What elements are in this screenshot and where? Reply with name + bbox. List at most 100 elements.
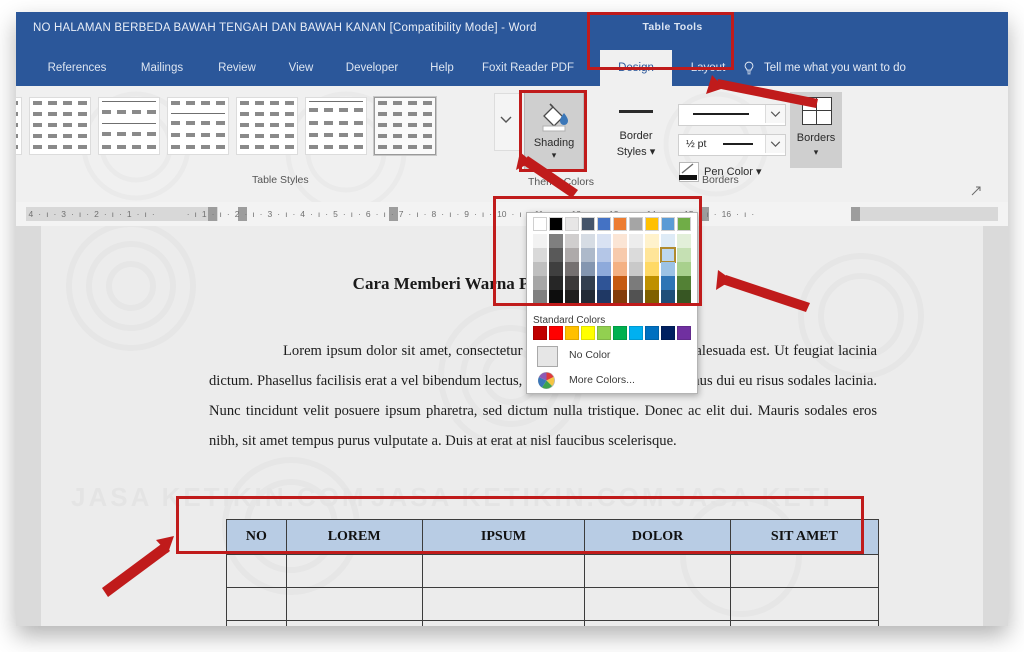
theme-color-swatch[interactable] — [565, 262, 579, 276]
table-cell[interactable] — [285, 587, 423, 621]
theme-color-swatch[interactable] — [549, 234, 563, 248]
theme-color-swatch[interactable] — [645, 276, 659, 290]
border-styles-button[interactable]: Border Styles ▾ — [608, 94, 664, 168]
theme-color-swatch[interactable] — [581, 290, 595, 304]
standard-color-swatch[interactable] — [581, 326, 595, 340]
table-styles-more-button[interactable] — [494, 93, 520, 151]
table-row[interactable] — [226, 620, 880, 626]
theme-color-swatch[interactable] — [613, 234, 627, 248]
theme-color-column[interactable] — [533, 217, 547, 304]
theme-color-swatch[interactable] — [645, 217, 659, 231]
borders-button[interactable]: Borders ▾ — [790, 92, 842, 168]
theme-colors-grid[interactable] — [533, 217, 691, 304]
table-cell[interactable] — [584, 587, 731, 621]
tab-developer[interactable]: Developer — [334, 50, 410, 86]
table-cell[interactable] — [421, 587, 586, 621]
theme-color-swatch[interactable] — [533, 290, 547, 304]
theme-color-swatch[interactable] — [597, 276, 611, 290]
theme-color-swatch[interactable] — [549, 217, 563, 231]
document-page[interactable]: JASA KETIKIN.COM JASA KETIKIN.COM JASA K… — [41, 226, 983, 626]
table-style-thumb[interactable] — [305, 97, 367, 155]
theme-color-swatch[interactable] — [597, 217, 611, 231]
theme-color-swatch[interactable] — [533, 262, 547, 276]
theme-color-swatch[interactable] — [645, 290, 659, 304]
theme-color-swatch[interactable] — [597, 290, 611, 304]
theme-color-swatch[interactable] — [677, 234, 691, 248]
table-cell[interactable] — [584, 554, 731, 588]
table-cell[interactable] — [729, 587, 880, 621]
theme-color-swatch[interactable] — [613, 262, 627, 276]
tab-review[interactable]: Review — [208, 50, 266, 86]
standard-colors-grid[interactable] — [533, 326, 691, 340]
theme-color-column[interactable] — [581, 217, 595, 304]
theme-color-swatch[interactable] — [661, 234, 675, 248]
standard-color-swatch[interactable] — [533, 326, 547, 340]
theme-color-swatch[interactable] — [581, 276, 595, 290]
shading-button[interactable]: Shading ▾ — [524, 92, 584, 170]
borders-dialog-launcher-icon[interactable] — [971, 186, 981, 196]
table-cell[interactable] — [421, 620, 586, 626]
table-cell[interactable] — [226, 620, 287, 626]
table-cell[interactable] — [729, 554, 880, 588]
theme-color-swatch[interactable] — [677, 262, 691, 276]
table-cell[interactable] — [285, 554, 423, 588]
theme-color-swatch[interactable] — [661, 276, 675, 290]
table-styles-gallery[interactable] — [16, 92, 490, 160]
table-style-thumb[interactable] — [16, 97, 22, 155]
theme-color-swatch[interactable] — [565, 290, 579, 304]
theme-color-swatch[interactable] — [629, 217, 643, 231]
theme-color-swatch[interactable] — [581, 262, 595, 276]
theme-color-column[interactable] — [677, 217, 691, 304]
theme-color-swatch[interactable] — [565, 234, 579, 248]
table-style-thumb[interactable] — [236, 97, 298, 155]
tab-references[interactable]: References — [38, 50, 116, 86]
horizontal-ruler[interactable]: 4 · ı · 3 · ı · 2 · ı · 1 · ı · · ı 1 · ı · 2 · ı · 3 · ı · 4 ·… — [16, 202, 1008, 227]
standard-color-swatch[interactable] — [565, 326, 579, 340]
theme-color-swatch[interactable] — [613, 290, 627, 304]
line-weight-dropdown-arrow[interactable] — [765, 135, 785, 153]
document-table[interactable]: NO LOREM IPSUM DOLOR SIT AMET — [226, 519, 880, 626]
tab-help[interactable]: Help — [421, 50, 463, 86]
theme-color-swatch[interactable] — [677, 290, 691, 304]
theme-color-column[interactable] — [660, 217, 676, 304]
theme-color-swatch[interactable] — [565, 276, 579, 290]
table-row[interactable] — [226, 554, 880, 588]
shading-color-palette[interactable]: Standard Colors No Color More Colors... — [526, 212, 698, 394]
theme-color-column[interactable] — [629, 217, 643, 304]
theme-color-swatch[interactable] — [629, 290, 643, 304]
theme-color-swatch[interactable] — [613, 217, 627, 231]
theme-color-swatch[interactable] — [597, 234, 611, 248]
theme-color-swatch[interactable] — [661, 217, 675, 231]
theme-color-swatch[interactable] — [677, 217, 691, 231]
table-cell[interactable] — [226, 554, 287, 588]
line-style-dropdown-arrow[interactable] — [765, 105, 785, 123]
theme-color-swatch[interactable] — [549, 262, 563, 276]
theme-color-swatch[interactable] — [549, 276, 563, 290]
theme-color-swatch[interactable] — [645, 234, 659, 248]
table-cell[interactable] — [584, 620, 731, 626]
theme-color-swatch[interactable] — [581, 234, 595, 248]
tab-foxit-reader-pdf[interactable]: Foxit Reader PDF — [471, 50, 585, 86]
theme-color-swatch[interactable] — [533, 217, 547, 231]
table-cell[interactable] — [226, 587, 287, 621]
standard-color-swatch[interactable] — [613, 326, 627, 340]
table-style-thumb[interactable] — [29, 97, 91, 155]
theme-color-swatch[interactable] — [597, 248, 611, 262]
theme-color-column[interactable] — [597, 217, 611, 304]
theme-color-swatch[interactable] — [533, 248, 547, 262]
theme-color-swatch[interactable] — [581, 248, 595, 262]
theme-color-swatch[interactable] — [645, 262, 659, 276]
table-cell[interactable] — [285, 620, 423, 626]
theme-color-swatch[interactable] — [565, 248, 579, 262]
theme-color-swatch[interactable] — [629, 234, 643, 248]
theme-color-column[interactable] — [645, 217, 659, 304]
standard-color-swatch[interactable] — [645, 326, 659, 340]
table-style-thumb-selected[interactable] — [373, 96, 437, 156]
theme-color-swatch[interactable] — [549, 290, 563, 304]
theme-color-swatch[interactable] — [581, 217, 595, 231]
theme-color-swatch[interactable] — [629, 276, 643, 290]
standard-color-swatch[interactable] — [661, 326, 675, 340]
theme-color-swatch[interactable] — [677, 276, 691, 290]
theme-color-swatch[interactable] — [549, 248, 563, 262]
tab-layout[interactable]: Layout — [672, 50, 744, 86]
